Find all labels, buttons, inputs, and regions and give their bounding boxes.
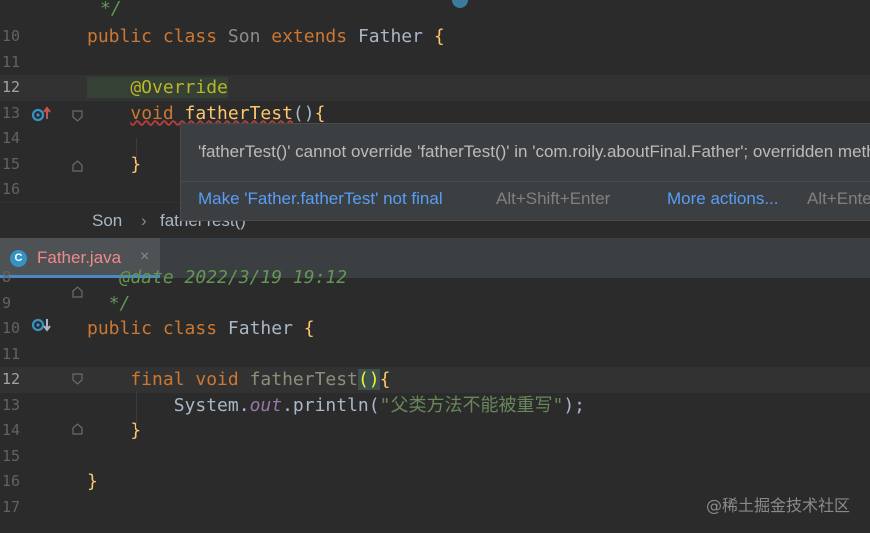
code-text: public class Son extends Father { [87, 26, 445, 47]
breadcrumb-item-class[interactable]: Son [92, 211, 122, 231]
line-number: 17 [2, 497, 21, 516]
quick-fix-link[interactable]: Make 'Father.fatherTest' not final [198, 189, 443, 209]
code-line[interactable]: 16} [0, 469, 870, 495]
code-text: System.out.println("父类方法不能被重写"); [87, 394, 585, 416]
close-icon[interactable]: × [140, 248, 149, 266]
line-number: 12 [2, 78, 21, 96]
code-line[interactable]: 11 [0, 50, 870, 76]
code-line[interactable]: 10 public class Son extends Father { [0, 24, 870, 50]
code-line[interactable]: 15 [0, 444, 870, 470]
overrides-method-icon[interactable] [31, 105, 53, 123]
line-number: 13 [2, 103, 21, 122]
code-line[interactable]: 10 public class Father { [0, 316, 870, 342]
line-number: 15 [2, 154, 21, 173]
popup-actions: Make 'Father.fatherTest' not final Alt+S… [181, 182, 870, 220]
overridden-method-icon[interactable] [31, 316, 53, 334]
line-number: 16 [2, 472, 21, 490]
more-actions-shortcut: Alt+Enter [807, 189, 870, 208]
code-text: final void fatherTest(){ [87, 369, 391, 390]
indent-guide [136, 138, 137, 160]
comment-fragment: */ [100, 0, 122, 19]
partial-icon [452, 0, 468, 8]
code-line[interactable]: 8 @date 2022/3/19 19:12 [0, 265, 870, 291]
code-text: } [87, 420, 142, 441]
line-number: 10 [2, 27, 21, 45]
quick-fix-shortcut: Alt+Shift+Enter [496, 189, 611, 208]
line-number: 15 [2, 446, 21, 465]
error-message: 'fatherTest()' cannot override 'fatherTe… [198, 142, 870, 161]
more-actions-link[interactable]: More actions... [667, 189, 779, 209]
code-text: } [87, 471, 98, 492]
code-line[interactable]: 13 System.out.println("父类方法不能被重写"); [0, 393, 870, 419]
fold-marker-icon[interactable] [72, 286, 83, 298]
code-text: } [87, 153, 142, 175]
code-line[interactable]: 14 } [0, 418, 870, 444]
watermark: @稀土掘金技术社区 [705, 496, 850, 515]
line-number: 9 [2, 293, 12, 312]
line-number: 14 [2, 421, 21, 439]
code-text: public class Father { [87, 318, 315, 339]
indent-guide [136, 390, 137, 428]
code-line[interactable]: 12 final void fatherTest(){ [0, 367, 870, 393]
fold-marker-icon[interactable] [72, 160, 83, 172]
line-number: 13 [2, 395, 21, 414]
fold-marker-icon[interactable] [72, 373, 83, 385]
code-text: @Override [87, 77, 228, 98]
line-number: 8 [2, 268, 12, 286]
line-number: 14 [2, 129, 21, 147]
code-line[interactable]: 9 */ [0, 291, 870, 317]
breadcrumb-separator: › [141, 211, 147, 230]
line-number: 11 [2, 52, 21, 71]
line-number: 11 [2, 344, 21, 363]
fold-marker-icon[interactable] [72, 110, 83, 122]
code-line[interactable]: 12 @Override [0, 75, 870, 101]
error-tooltip-popup: 'fatherTest()' cannot override 'fatherTe… [180, 123, 870, 221]
line-number: 12 [2, 370, 21, 388]
line-number: 16 [2, 180, 21, 198]
top-strip [0, 0, 870, 10]
code-text: */ [87, 292, 131, 314]
fold-marker-icon[interactable] [72, 423, 83, 435]
code-text: @date 2022/3/19 19:12 [87, 267, 348, 288]
line-number: 10 [2, 319, 21, 337]
code-line[interactable]: 11 [0, 342, 870, 368]
